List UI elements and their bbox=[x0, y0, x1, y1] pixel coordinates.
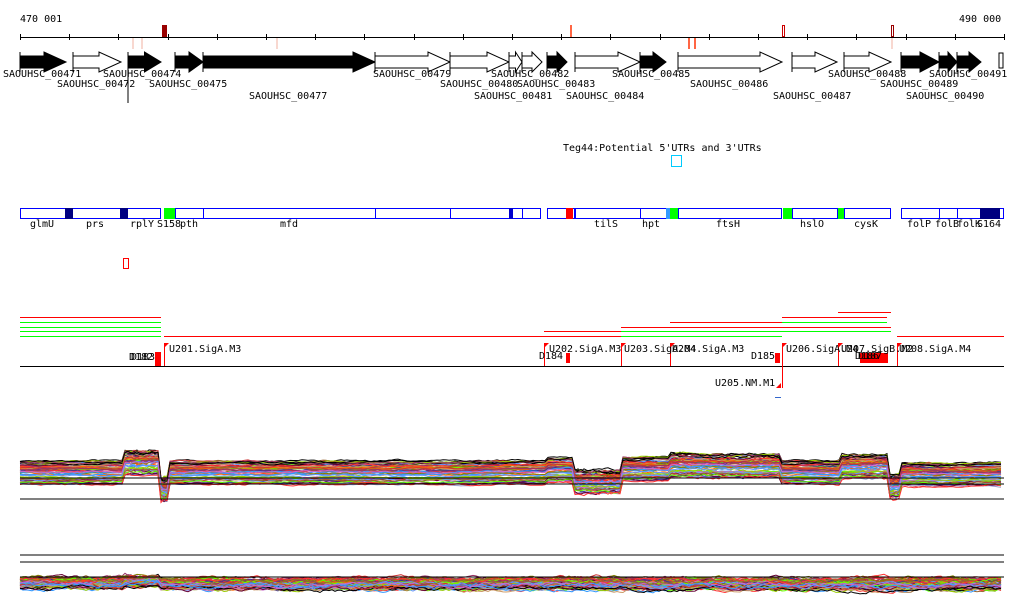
expression-plots bbox=[19, 449, 1004, 595]
